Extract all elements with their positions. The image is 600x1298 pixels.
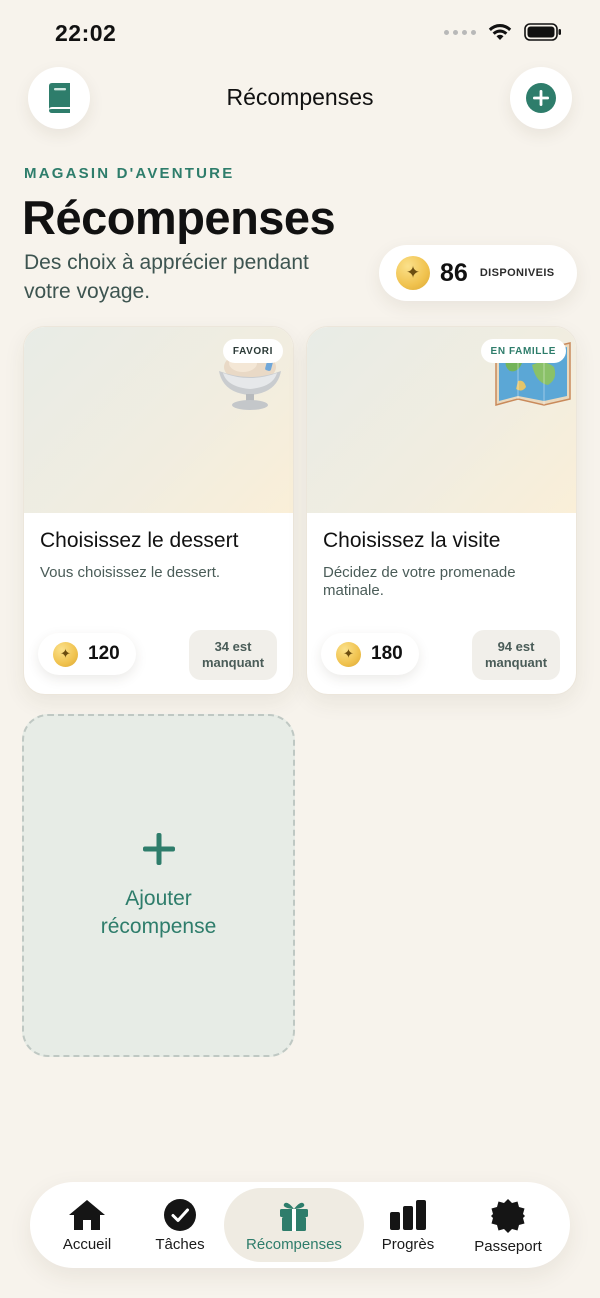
- tab-progres[interactable]: Progrès: [364, 1188, 452, 1262]
- missing-amount: 34 est: [214, 639, 252, 654]
- tab-label: Passeport: [474, 1238, 542, 1255]
- reward-cost-value: 180: [371, 643, 403, 664]
- tab-recompenses[interactable]: Récompenses: [224, 1188, 364, 1262]
- wifi-icon: [488, 24, 512, 40]
- reward-cost: ✦ 120: [38, 633, 136, 675]
- reward-card[interactable]: FAVORI Choisissez le dessert Vous choisi…: [23, 326, 294, 695]
- reward-tag: EN FAMILLE: [480, 339, 566, 363]
- add-reward-tile[interactable]: Ajouter récompense: [22, 714, 295, 1057]
- missing-label: manquant: [201, 655, 265, 670]
- page-title: Récompenses: [22, 191, 336, 244]
- tab-passeport[interactable]: Passeport: [460, 1188, 556, 1262]
- missing-badge: 34 est manquant: [189, 630, 277, 680]
- gift-icon: [280, 1202, 308, 1231]
- tab-label: Tâches: [155, 1236, 205, 1253]
- tab-label: Accueil: [62, 1236, 112, 1253]
- section-eyebrow: MAGASIN D'AVENTURE: [24, 165, 235, 182]
- missing-amount: 94 est: [497, 639, 535, 654]
- reward-name: Choisissez le dessert: [40, 529, 239, 552]
- balance-pill: ✦ 86 DISPONIVEIS: [379, 245, 577, 301]
- battery-icon: [524, 23, 561, 41]
- add-reward-button[interactable]: [510, 67, 572, 129]
- status-time: 22:02: [55, 20, 117, 46]
- reward-art: EN FAMILLE: [307, 327, 576, 513]
- add-reward-label-line2: récompense: [100, 914, 217, 938]
- reward-description: Décidez de votre promenade matinale.: [323, 564, 516, 599]
- tab-bar: Accueil Tâches Récompenses Progrès Passe…: [30, 1182, 570, 1268]
- reward-description: Vous choisissez le dessert.: [40, 564, 221, 581]
- reward-card[interactable]: EN FAMILLE Choisissez la visite Décidez …: [306, 326, 577, 695]
- signal-icon: [444, 29, 476, 35]
- page-subtitle: Des choix à apprécier pendant votre voya…: [24, 251, 309, 303]
- status-icons: [444, 22, 562, 42]
- plus-icon: [142, 832, 175, 865]
- reward-name: Choisissez la visite: [323, 529, 501, 552]
- rewards-screen: 22:02 Récompenses MAGASIN D'AVENTURE Réc…: [0, 0, 600, 1298]
- reward-art: FAVORI: [24, 327, 293, 513]
- add-circle-icon: [526, 83, 556, 113]
- badge-icon: [491, 1199, 525, 1233]
- tab-taches[interactable]: Tâches: [136, 1188, 224, 1262]
- reward-cost: ✦ 180: [321, 633, 419, 675]
- tab-accueil[interactable]: Accueil: [44, 1188, 130, 1262]
- add-reward-label-line1: Ajouter: [125, 886, 192, 910]
- balance-label: DISPONIVEIS: [479, 267, 555, 279]
- tab-label: Progrès: [381, 1236, 435, 1253]
- add-reward-label: Ajouter récompense: [101, 885, 217, 941]
- home-icon: [69, 1200, 105, 1230]
- missing-badge: 94 est manquant: [472, 630, 560, 680]
- coin-icon: ✦: [396, 256, 430, 290]
- balance-value: 86: [440, 258, 468, 287]
- missing-label: manquant: [484, 655, 548, 670]
- check-circle-icon: [164, 1199, 196, 1231]
- coin-icon: ✦: [336, 641, 361, 667]
- tab-label: Récompenses: [246, 1236, 342, 1253]
- reward-cost-value: 120: [88, 643, 120, 664]
- bar-chart-icon: [390, 1200, 426, 1230]
- reward-tag: FAVORI: [222, 339, 283, 363]
- coin-icon: ✦: [53, 641, 78, 667]
